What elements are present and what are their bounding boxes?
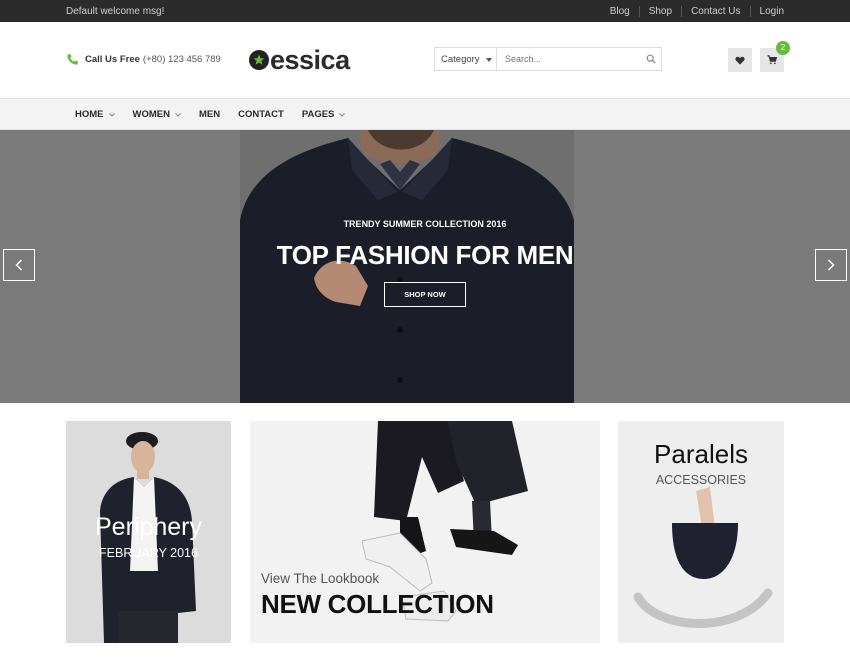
chevron-down-icon (339, 112, 346, 117)
banner-subtitle: ACCESSORIES (655, 473, 747, 487)
banner-title: NEW COLLECTION (261, 589, 494, 619)
top-link-login[interactable]: Login (749, 6, 784, 17)
search-bar: Category (434, 47, 662, 71)
main-nav: HOME WOMEN MEN CONTACT PAGES (0, 99, 850, 130)
shop-now-button[interactable]: SHOP NOW (384, 282, 466, 307)
chevron-down-icon (175, 112, 181, 117)
category-select[interactable]: Category (435, 48, 497, 70)
search-icon[interactable] (641, 48, 661, 70)
nav-item-home[interactable]: HOME (66, 99, 124, 130)
hero-slider: TRENDY SUMMER COLLECTION 2016 TOP FASHIO… (0, 130, 850, 403)
site-logo[interactable]: essica (249, 45, 350, 75)
welcome-message: Default welcome msg! (66, 6, 165, 17)
nav-label: PAGES (301, 109, 335, 120)
hero-title: TOP FASHION FOR MEN (276, 240, 574, 270)
banner-paralels[interactable]: Paralels ACCESSORIES (618, 421, 784, 643)
nav-item-women[interactable]: WOMEN (124, 99, 190, 130)
call-us: Call Us Free (+80) 123 456 789 (66, 53, 221, 66)
chevron-right-icon (827, 259, 835, 271)
chevron-down-icon (108, 112, 115, 117)
banner-subtitle: FEBRUARY 2016 (99, 546, 198, 560)
banner-kicker: View The Lookbook (261, 571, 380, 586)
slider-next-button[interactable] (815, 249, 847, 281)
cart-icon (767, 55, 777, 65)
nav-item-pages[interactable]: PAGES (293, 99, 355, 130)
call-label: Call Us Free (85, 54, 140, 65)
logo-star-icon (249, 50, 269, 70)
phone-icon (67, 54, 78, 65)
nav-item-contact[interactable]: CONTACT (229, 99, 293, 130)
top-link-contact[interactable]: Contact Us (681, 6, 749, 17)
banner-new-collection[interactable]: View The Lookbook NEW COLLECTION (250, 421, 600, 643)
nav-label: HOME (75, 109, 104, 120)
banner-title: Paralels (654, 439, 748, 469)
hero-subtitle: TRENDY SUMMER COLLECTION 2016 (343, 219, 507, 229)
chevron-left-icon (15, 259, 23, 271)
cart-count-badge: 2 (776, 41, 790, 55)
category-label: Category (441, 54, 480, 65)
top-bar: Default welcome msg! Blog Shop Contact U… (0, 0, 850, 22)
search-input[interactable] (497, 48, 641, 70)
nav-label: CONTACT (238, 109, 284, 120)
nav-label: MEN (198, 109, 221, 120)
call-number: (+80) 123 456 789 (142, 54, 221, 65)
wishlist-button[interactable] (728, 48, 752, 72)
nav-label: WOMEN (132, 109, 170, 120)
top-link-shop[interactable]: Shop (638, 6, 681, 17)
heart-icon (735, 56, 745, 65)
caret-down-icon (486, 58, 492, 62)
site-header: Call Us Free (+80) 123 456 789 essica Ca… (0, 22, 850, 99)
top-links: Blog Shop Contact Us Login (601, 6, 784, 17)
top-link-blog[interactable]: Blog (601, 6, 639, 17)
slider-prev-button[interactable] (3, 249, 35, 281)
banner-title: Periphery (95, 513, 202, 541)
logo-text: essica (270, 45, 350, 75)
nav-item-men[interactable]: MEN (190, 99, 229, 130)
banner-periphery[interactable]: Periphery FEBRUARY 2016 (66, 421, 231, 643)
